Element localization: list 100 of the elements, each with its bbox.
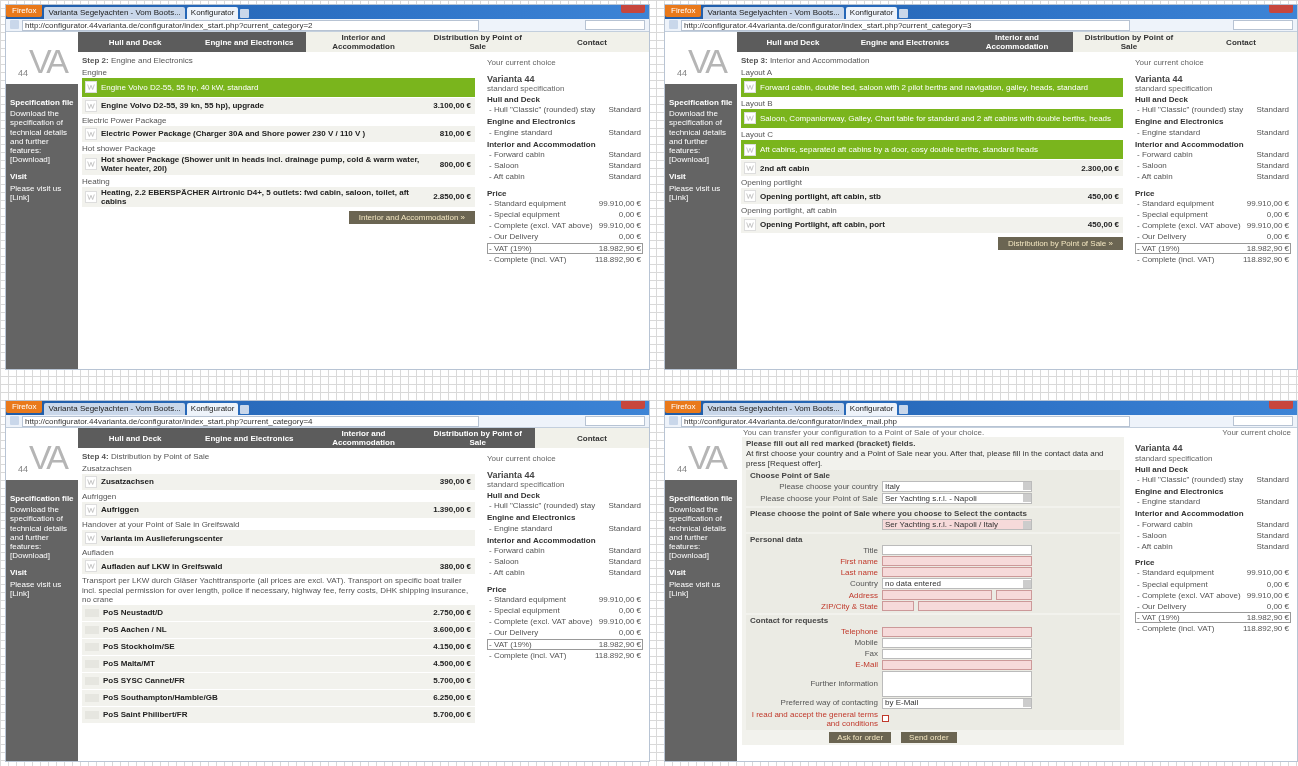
window-controls[interactable] bbox=[621, 5, 645, 13]
nav-tab[interactable]: Hull and Deck bbox=[78, 428, 193, 449]
search-field[interactable] bbox=[585, 416, 645, 426]
browser-tab[interactable]: Konfigurator bbox=[186, 403, 239, 415]
group-title: Electric Power Package bbox=[82, 115, 168, 125]
next-step-button[interactable]: Distribution by Point of Sale » bbox=[998, 236, 1123, 250]
input-field[interactable] bbox=[918, 601, 1032, 612]
new-tab-button[interactable] bbox=[240, 405, 250, 414]
browser-tab[interactable]: Varianta Segelyachten - Vom Boots... bbox=[703, 7, 844, 19]
option-row[interactable]: PoS Aachen / NL 3.600,00 € bbox=[82, 621, 475, 638]
input-field[interactable] bbox=[882, 556, 1032, 567]
option-row[interactable]: PoS Malta/MT 4.500,00 € bbox=[82, 655, 475, 672]
summary-value: 0,00 € bbox=[618, 605, 641, 616]
address-field[interactable]: http://configurator.44varianta.de/configurator/index_start.php?current_category=4 bbox=[22, 415, 480, 427]
nav-tab[interactable]: Engine and Electronics bbox=[849, 32, 961, 53]
search-field[interactable] bbox=[1233, 20, 1293, 30]
option-price: 6.250,00 € bbox=[433, 693, 471, 703]
option-row[interactable]: Opening Portlight, aft cabin, port 450,00 € bbox=[741, 216, 1123, 233]
nav-tab[interactable]: Engine and Electronics bbox=[192, 428, 307, 449]
nav-tab[interactable]: Contact bbox=[1185, 32, 1297, 53]
download-link[interactable]: [Download] bbox=[669, 155, 710, 165]
visit-link[interactable]: [Link] bbox=[10, 588, 30, 598]
nav-tab[interactable]: Engine and Electronics bbox=[192, 32, 307, 53]
browser-tab[interactable]: Konfigurator bbox=[845, 7, 898, 19]
input-field[interactable] bbox=[882, 590, 992, 601]
summary-value: 99.910,00 € bbox=[1246, 198, 1289, 208]
option-row[interactable]: PoS SYSC Cannet/FR 5.700,00 € bbox=[82, 672, 475, 689]
back-button[interactable] bbox=[10, 416, 19, 425]
summary-value: Standard bbox=[608, 150, 641, 160]
option-row[interactable]: PoS Stockholm/SE 4.150,00 € bbox=[82, 638, 475, 655]
input-field[interactable] bbox=[996, 590, 1032, 601]
option-row[interactable]: PoS Neustadt/D 2.750,00 € bbox=[82, 604, 475, 621]
model-name: Varianta 44 bbox=[487, 469, 536, 480]
select-field[interactable]: Italy bbox=[882, 480, 1032, 492]
order-button[interactable]: Ask for order bbox=[829, 731, 892, 744]
input-field[interactable] bbox=[882, 637, 1032, 648]
option-row[interactable]: Opening portlight, aft cabin, stb 450,00 € bbox=[741, 188, 1123, 205]
input-field[interactable] bbox=[882, 601, 914, 612]
option-row[interactable]: Engine Volvo D2-55, 39 kn, 55 hp), upgrade 3.100,00 € bbox=[82, 97, 475, 114]
option-row[interactable]: Hot shower Package (Shower unit in heads incl. drainage pump, cold & warm water, Water heater, 20l) 800,00 € bbox=[82, 154, 475, 175]
browser-tab[interactable]: Varianta Segelyachten - Vom Boots... bbox=[703, 403, 844, 415]
input-field[interactable] bbox=[882, 659, 1032, 670]
address-field[interactable]: http://configurator.44varianta.de/configurator/index_start.php?current_category=3 bbox=[681, 19, 1131, 31]
order-button[interactable]: Send order bbox=[901, 731, 957, 744]
select-field[interactable]: Ser Yachting s.r.l. - Napoli bbox=[882, 492, 1032, 504]
checkbox[interactable] bbox=[882, 715, 889, 723]
option-row[interactable]: PoS Saint Philibert/FR 5.700,00 € bbox=[82, 706, 475, 723]
nav-tab[interactable]: Interior and Accommodation bbox=[961, 32, 1073, 53]
select-field[interactable]: by E-Mail bbox=[882, 697, 1032, 709]
browser-tab[interactable]: Varianta Segelyachten - Vom Boots... bbox=[44, 403, 185, 415]
address-field[interactable]: http://configurator.44varianta.de/configurator/index_mail.php bbox=[681, 415, 1131, 427]
nav-tab[interactable]: Interior and Accommodation bbox=[306, 32, 421, 53]
nav-tab[interactable]: Distribution by Point of Sale bbox=[420, 32, 535, 53]
nav-tab[interactable]: Distribution by Point of Sale bbox=[420, 428, 535, 449]
browser-tab[interactable]: Konfigurator bbox=[845, 403, 898, 415]
input-field[interactable] bbox=[882, 648, 1032, 659]
download-link[interactable]: [Download] bbox=[669, 551, 710, 561]
window-controls[interactable] bbox=[621, 401, 645, 409]
new-tab-button[interactable] bbox=[899, 405, 909, 414]
option-row[interactable]: Varianta im Auslieferungscenter bbox=[82, 530, 475, 547]
nav-tab[interactable]: Interior and Accommodation bbox=[306, 428, 421, 449]
visit-link[interactable]: [Link] bbox=[669, 588, 689, 598]
window-controls[interactable] bbox=[1269, 401, 1293, 409]
visit-link[interactable]: [Link] bbox=[10, 192, 30, 202]
download-link[interactable]: [Download] bbox=[10, 551, 51, 561]
search-field[interactable] bbox=[585, 20, 645, 30]
option-row[interactable]: PoS Southampton/Hamble/GB 6.250,00 € bbox=[82, 689, 475, 706]
back-button[interactable] bbox=[10, 20, 19, 29]
text-area[interactable] bbox=[882, 670, 1032, 697]
input-field[interactable] bbox=[882, 545, 1032, 556]
nav-tab[interactable]: Contact bbox=[534, 32, 649, 53]
option-row[interactable]: Aufladen auf LKW in Greifswald 380,00 € bbox=[82, 558, 475, 575]
browser-tab[interactable]: Konfigurator bbox=[186, 7, 239, 19]
option-row[interactable]: Heating, 2.2 EBERSPÄCHER Airtronic D4+, 5 outlets: fwd cabin, saloon, toilet, aft cabins 2.850,00 € bbox=[82, 186, 475, 208]
select-field[interactable]: Ser Yachting s.r.l. - Napoli / Italy bbox=[882, 519, 1032, 531]
nav-tab[interactable]: Contact bbox=[534, 428, 649, 449]
nav-tab[interactable]: Hull and Deck bbox=[78, 32, 193, 53]
option-row[interactable]: Zusatzachsen 390,00 € bbox=[82, 473, 475, 490]
next-step-button[interactable]: Interior and Accommodation » bbox=[348, 211, 475, 225]
new-tab-button[interactable] bbox=[240, 9, 250, 18]
window-controls[interactable] bbox=[1269, 5, 1293, 13]
option-row[interactable]: Aufriggen 1.390,00 € bbox=[82, 501, 475, 518]
option-row[interactable]: 2nd aft cabin 2.300,00 € bbox=[741, 160, 1123, 177]
group-title: Layout B bbox=[741, 98, 774, 108]
select-field[interactable]: no data entered bbox=[882, 578, 1032, 590]
input-field[interactable] bbox=[882, 567, 1032, 578]
option-row[interactable]: Electric Power Package (Charger 30A and Shore power 230 V / 110 V ) 810,00 € bbox=[82, 125, 475, 142]
summary-value: 99.910,00 € bbox=[598, 221, 641, 231]
nav-tab[interactable]: Hull and Deck bbox=[737, 32, 849, 53]
search-field[interactable] bbox=[1233, 416, 1293, 426]
back-button[interactable] bbox=[669, 416, 678, 425]
download-link[interactable]: [Download] bbox=[10, 155, 51, 165]
visit-link[interactable]: [Link] bbox=[669, 192, 689, 202]
address-field[interactable]: http://configurator.44varianta.de/configurator/index_start.php?current_category=2 bbox=[22, 19, 480, 31]
nav-tab[interactable]: Distribution by Point of Sale bbox=[1073, 32, 1185, 53]
back-button[interactable] bbox=[669, 20, 678, 29]
new-tab-button[interactable] bbox=[899, 9, 909, 18]
browser-tab[interactable]: Varianta Segelyachten - Vom Boots... bbox=[44, 7, 185, 19]
input-field[interactable] bbox=[882, 626, 1032, 637]
option-label: PoS Neustadt/D bbox=[103, 608, 164, 618]
